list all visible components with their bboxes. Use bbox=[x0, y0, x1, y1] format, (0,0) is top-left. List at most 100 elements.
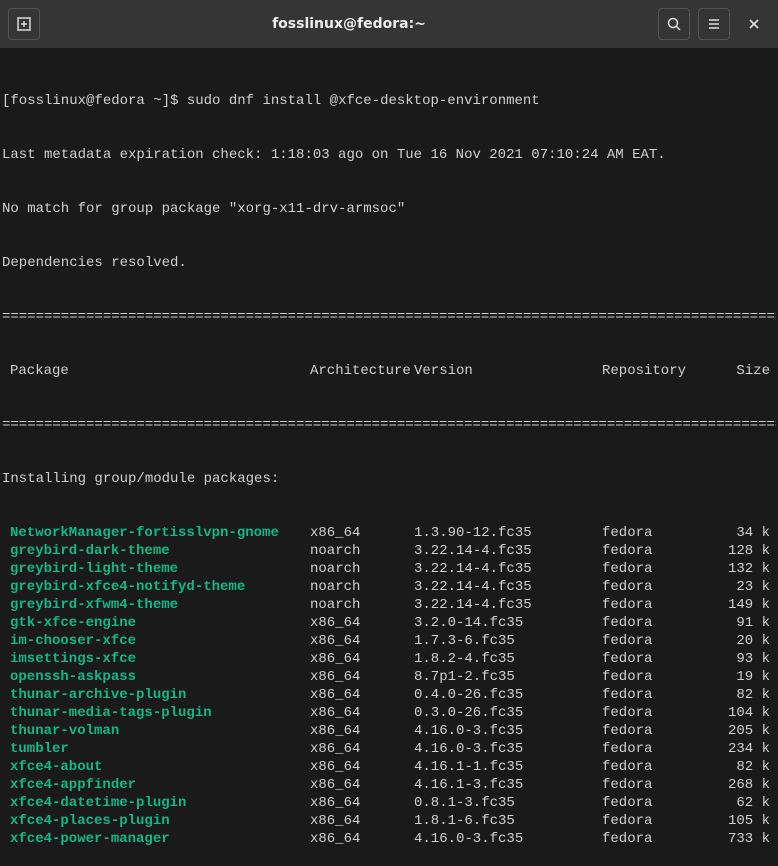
package-size: 82 k bbox=[700, 686, 772, 704]
package-arch: x86_64 bbox=[310, 794, 414, 812]
package-repo: fedora bbox=[602, 578, 700, 596]
package-name: openssh-askpass bbox=[2, 668, 310, 686]
package-size: 205 k bbox=[700, 722, 772, 740]
hamburger-icon bbox=[706, 16, 722, 32]
package-version: 4.16.0-3.fc35 bbox=[414, 740, 602, 758]
package-version: 1.8.1-6.fc35 bbox=[414, 812, 602, 830]
package-arch: x86_64 bbox=[310, 668, 414, 686]
package-version: 3.22.14-4.fc35 bbox=[414, 542, 602, 560]
table-row: greybird-dark-themenoarch3.22.14-4.fc35f… bbox=[2, 542, 776, 560]
package-size: 62 k bbox=[700, 794, 772, 812]
table-row: xfce4-datetime-pluginx86_640.8.1-3.fc35f… bbox=[2, 794, 776, 812]
table-row: im-chooser-xfcex86_641.7.3-6.fc35fedora2… bbox=[2, 632, 776, 650]
package-repo: fedora bbox=[602, 668, 700, 686]
package-name: xfce4-power-manager bbox=[2, 830, 310, 848]
package-version: 4.16.1-1.fc35 bbox=[414, 758, 602, 776]
package-arch: x86_64 bbox=[310, 632, 414, 650]
table-row: xfce4-appfinderx86_644.16.1-3.fc35fedora… bbox=[2, 776, 776, 794]
package-arch: noarch bbox=[310, 578, 414, 596]
package-repo: fedora bbox=[602, 722, 700, 740]
package-name: NetworkManager-fortisslvpn-gnome bbox=[2, 524, 310, 542]
package-name: greybird-dark-theme bbox=[2, 542, 310, 560]
package-size: 149 k bbox=[700, 596, 772, 614]
package-repo: fedora bbox=[602, 686, 700, 704]
package-size: 23 k bbox=[700, 578, 772, 596]
package-arch: x86_64 bbox=[310, 524, 414, 542]
package-name: xfce4-about bbox=[2, 758, 310, 776]
package-arch: x86_64 bbox=[310, 812, 414, 830]
package-version: 8.7p1-2.fc35 bbox=[414, 668, 602, 686]
package-arch: noarch bbox=[310, 542, 414, 560]
package-name: imsettings-xfce bbox=[2, 650, 310, 668]
col-header-package: Package bbox=[2, 362, 310, 380]
table-row: NetworkManager-fortisslvpn-gnomex86_641.… bbox=[2, 524, 776, 542]
window-title: fosslinux@fedora:~ bbox=[48, 16, 650, 32]
package-repo: fedora bbox=[602, 614, 700, 632]
package-size: 20 k bbox=[700, 632, 772, 650]
package-version: 0.4.0-26.fc35 bbox=[414, 686, 602, 704]
divider: ========================================… bbox=[2, 416, 776, 434]
package-name: gtk-xfce-engine bbox=[2, 614, 310, 632]
table-row: gtk-xfce-enginex86_643.2.0-14.fc35fedora… bbox=[2, 614, 776, 632]
package-name: thunar-media-tags-plugin bbox=[2, 704, 310, 722]
package-repo: fedora bbox=[602, 524, 700, 542]
search-button[interactable] bbox=[658, 8, 690, 40]
package-arch: x86_64 bbox=[310, 776, 414, 794]
package-version: 3.22.14-4.fc35 bbox=[414, 578, 602, 596]
package-size: 91 k bbox=[700, 614, 772, 632]
package-repo: fedora bbox=[602, 776, 700, 794]
package-repo: fedora bbox=[602, 794, 700, 812]
table-header: Package Architecture Version Repository … bbox=[2, 362, 776, 380]
col-header-version: Version bbox=[414, 362, 602, 380]
table-row: xfce4-power-managerx86_644.16.0-3.fc35fe… bbox=[2, 830, 776, 848]
package-repo: fedora bbox=[602, 830, 700, 848]
menu-button[interactable] bbox=[698, 8, 730, 40]
close-button[interactable] bbox=[738, 8, 770, 40]
output-line: Last metadata expiration check: 1:18:03 … bbox=[2, 146, 776, 164]
package-arch: x86_64 bbox=[310, 614, 414, 632]
package-version: 0.3.0-26.fc35 bbox=[414, 704, 602, 722]
new-tab-button[interactable] bbox=[8, 8, 40, 40]
prompt-line: [fosslinux@fedora ~]$ sudo dnf install @… bbox=[2, 92, 776, 110]
col-header-repository: Repository bbox=[602, 362, 700, 380]
search-icon bbox=[666, 16, 682, 32]
package-repo: fedora bbox=[602, 812, 700, 830]
package-name: xfce4-appfinder bbox=[2, 776, 310, 794]
package-repo: fedora bbox=[602, 650, 700, 668]
package-version: 1.7.3-6.fc35 bbox=[414, 632, 602, 650]
package-arch: x86_64 bbox=[310, 650, 414, 668]
package-size: 104 k bbox=[700, 704, 772, 722]
package-version: 4.16.1-3.fc35 bbox=[414, 776, 602, 794]
package-arch: noarch bbox=[310, 596, 414, 614]
table-row: thunar-archive-pluginx86_640.4.0-26.fc35… bbox=[2, 686, 776, 704]
package-name: thunar-archive-plugin bbox=[2, 686, 310, 704]
package-version: 0.8.1-3.fc35 bbox=[414, 794, 602, 812]
terminal-output[interactable]: [fosslinux@fedora ~]$ sudo dnf install @… bbox=[0, 48, 778, 866]
package-version: 4.16.0-3.fc35 bbox=[414, 722, 602, 740]
package-name: thunar-volman bbox=[2, 722, 310, 740]
command: sudo dnf install @xfce-desktop-environme… bbox=[187, 93, 540, 109]
table-row: tumblerx86_644.16.0-3.fc35fedora234 k bbox=[2, 740, 776, 758]
table-row: greybird-light-themenoarch3.22.14-4.fc35… bbox=[2, 560, 776, 578]
package-size: 19 k bbox=[700, 668, 772, 686]
package-arch: x86_64 bbox=[310, 740, 414, 758]
package-size: 234 k bbox=[700, 740, 772, 758]
package-size: 128 k bbox=[700, 542, 772, 560]
output-line: No match for group package "xorg-x11-drv… bbox=[2, 200, 776, 218]
package-version: 1.3.90-12.fc35 bbox=[414, 524, 602, 542]
package-arch: x86_64 bbox=[310, 830, 414, 848]
package-version: 4.16.0-3.fc35 bbox=[414, 830, 602, 848]
table-row: thunar-volmanx86_644.16.0-3.fc35fedora20… bbox=[2, 722, 776, 740]
package-arch: x86_64 bbox=[310, 758, 414, 776]
prompt: [fosslinux@fedora ~]$ bbox=[2, 93, 187, 109]
package-repo: fedora bbox=[602, 560, 700, 578]
package-repo: fedora bbox=[602, 740, 700, 758]
table-row: openssh-askpassx86_648.7p1-2.fc35fedora1… bbox=[2, 668, 776, 686]
package-size: 733 k bbox=[700, 830, 772, 848]
package-arch: x86_64 bbox=[310, 704, 414, 722]
table-row: imsettings-xfcex86_641.8.2-4.fc35fedora9… bbox=[2, 650, 776, 668]
col-header-size: Size bbox=[700, 362, 772, 380]
table-row: xfce4-aboutx86_644.16.1-1.fc35fedora82 k bbox=[2, 758, 776, 776]
package-size: 82 k bbox=[700, 758, 772, 776]
package-name: greybird-xfwm4-theme bbox=[2, 596, 310, 614]
